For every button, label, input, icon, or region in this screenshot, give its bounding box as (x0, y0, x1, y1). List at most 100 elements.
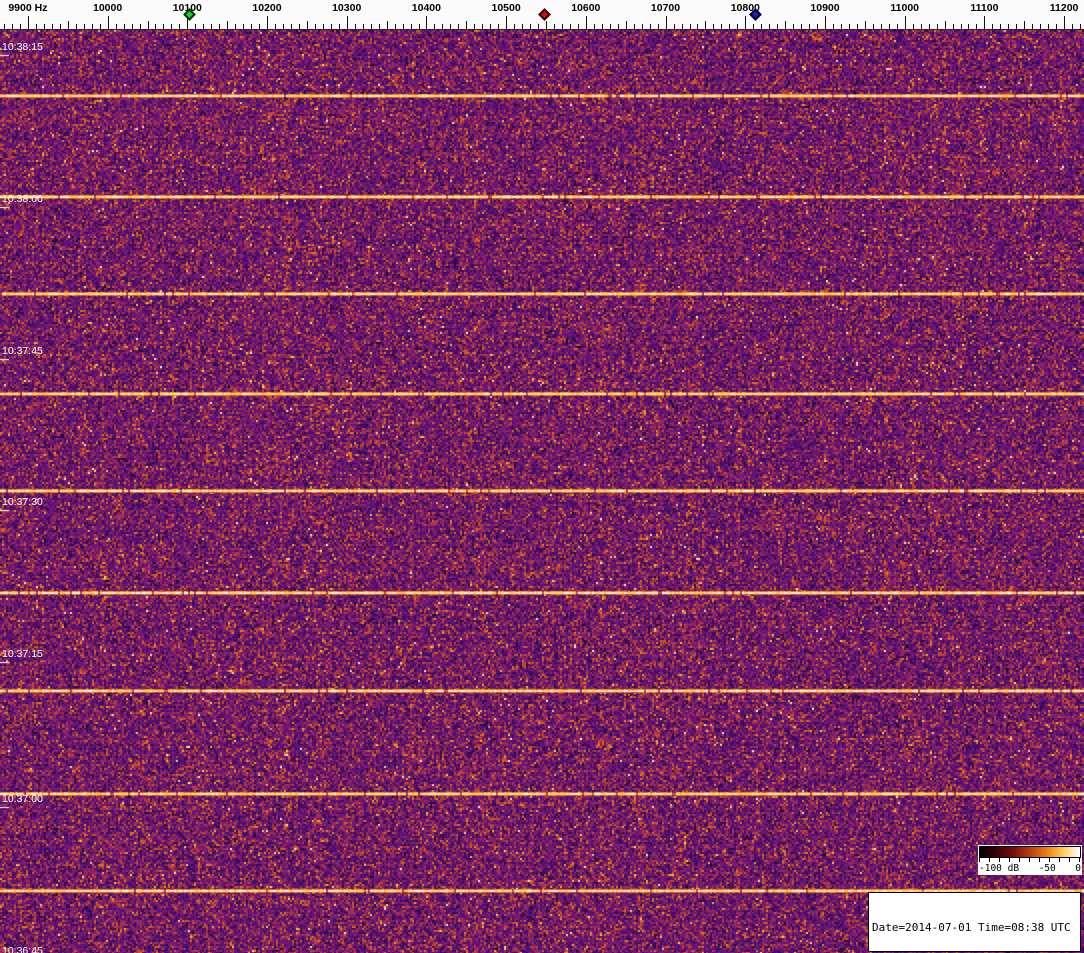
frequency-tick (259, 24, 260, 29)
frequency-tick (578, 24, 579, 29)
frequency-tick (52, 24, 53, 29)
frequency-tick (817, 24, 818, 29)
frequency-tick (937, 24, 938, 29)
frequency-tick (1064, 16, 1065, 29)
frequency-tick (881, 24, 882, 29)
frequency-tick (610, 24, 611, 29)
frequency-tick (363, 24, 364, 29)
frequency-tick (323, 24, 324, 29)
color-scale-mid-label: -50 (1039, 863, 1056, 874)
frequency-tick (116, 24, 117, 29)
frequency-tick (92, 24, 93, 29)
frequency-tick (1072, 24, 1073, 29)
frequency-tick (897, 24, 898, 29)
frequency-tick (12, 24, 13, 29)
frequency-tick (602, 24, 603, 29)
frequency-tick (961, 24, 962, 29)
frequency-tick (721, 24, 722, 29)
frequency-tick (371, 24, 372, 29)
frequency-scale-label: 10500 (491, 2, 520, 14)
frequency-tick (155, 24, 156, 29)
frequency-tick (697, 24, 698, 29)
frequency-tick (76, 24, 77, 29)
frequency-tick (347, 16, 348, 29)
frequency-tick (28, 16, 29, 29)
marker-red[interactable] (538, 8, 551, 21)
frequency-tick (976, 24, 977, 29)
frequency-scale-label: 10900 (810, 2, 839, 14)
frequency-ruler[interactable]: 9900 Hz 10000 10100 10200 10300 10400 10500 106… (0, 0, 1084, 30)
frequency-tick (801, 24, 802, 29)
frequency-tick (968, 24, 969, 29)
frequency-tick (538, 24, 539, 29)
frequency-tick (506, 16, 507, 29)
frequency-tick (4, 24, 5, 29)
frequency-tick (195, 24, 196, 29)
status-info-box: Date=2014-07-01 Time=08:38 UTC Freq=143 … (868, 892, 1081, 952)
frequency-tick (809, 24, 810, 29)
frequency-tick (761, 24, 762, 29)
color-scale-min-label: -100 dB (979, 863, 1019, 874)
frequency-tick (235, 24, 236, 29)
frequency-tick (905, 16, 906, 29)
frequency-tick (889, 24, 890, 29)
frequency-tick (737, 24, 738, 29)
frequency-tick (1016, 24, 1017, 29)
frequency-tick (450, 24, 451, 29)
spectrogram-window: 9900 Hz 10000 10100 10200 10300 10400 10500 106… (0, 0, 1084, 953)
frequency-tick (929, 24, 930, 29)
frequency-tick (44, 24, 45, 29)
frequency-tick (690, 24, 691, 29)
frequency-tick (1000, 24, 1001, 29)
frequency-tick (251, 24, 252, 29)
frequency-tick (124, 24, 125, 29)
frequency-tick (36, 24, 37, 29)
frequency-scale-label: 10600 (571, 2, 600, 14)
frequency-tick (458, 24, 459, 29)
frequency-tick (953, 24, 954, 29)
frequency-tick (713, 24, 714, 29)
frequency-tick (682, 24, 683, 29)
frequency-tick (522, 24, 523, 29)
frequency-tick (163, 24, 164, 29)
frequency-tick (666, 16, 667, 29)
frequency-tick (705, 21, 706, 29)
frequency-tick (849, 24, 850, 29)
frequency-scale-label: 10300 (332, 2, 361, 14)
frequency-tick (1040, 24, 1041, 29)
frequency-tick (1032, 24, 1033, 29)
frequency-tick (307, 21, 308, 29)
frequency-tick (291, 24, 292, 29)
frequency-tick (379, 24, 380, 29)
frequency-tick (434, 24, 435, 29)
frequency-tick (20, 24, 21, 29)
frequency-tick (299, 24, 300, 29)
frequency-tick (945, 21, 946, 29)
frequency-tick (857, 24, 858, 29)
waterfall-display[interactable] (0, 30, 1084, 953)
frequency-tick (658, 24, 659, 29)
frequency-tick (203, 24, 204, 29)
frequency-scale-label: 10200 (252, 2, 281, 14)
frequency-scale-label: 10400 (412, 2, 441, 14)
frequency-tick (466, 21, 467, 29)
frequency-tick (426, 16, 427, 29)
frequency-tick (841, 24, 842, 29)
frequency-scale-label: 9900 Hz (8, 2, 47, 14)
frequency-tick (498, 24, 499, 29)
frequency-tick (490, 24, 491, 29)
frequency-tick (618, 24, 619, 29)
frequency-tick (992, 24, 993, 29)
frequency-tick (100, 24, 101, 29)
frequency-tick (267, 16, 268, 29)
frequency-tick (140, 24, 141, 29)
frequency-tick (825, 16, 826, 29)
frequency-tick (514, 24, 515, 29)
frequency-tick (745, 16, 746, 29)
frequency-tick (594, 24, 595, 29)
frequency-tick (546, 21, 547, 29)
frequency-tick (562, 24, 563, 29)
frequency-tick (650, 24, 651, 29)
frequency-tick (474, 24, 475, 29)
frequency-tick (403, 24, 404, 29)
